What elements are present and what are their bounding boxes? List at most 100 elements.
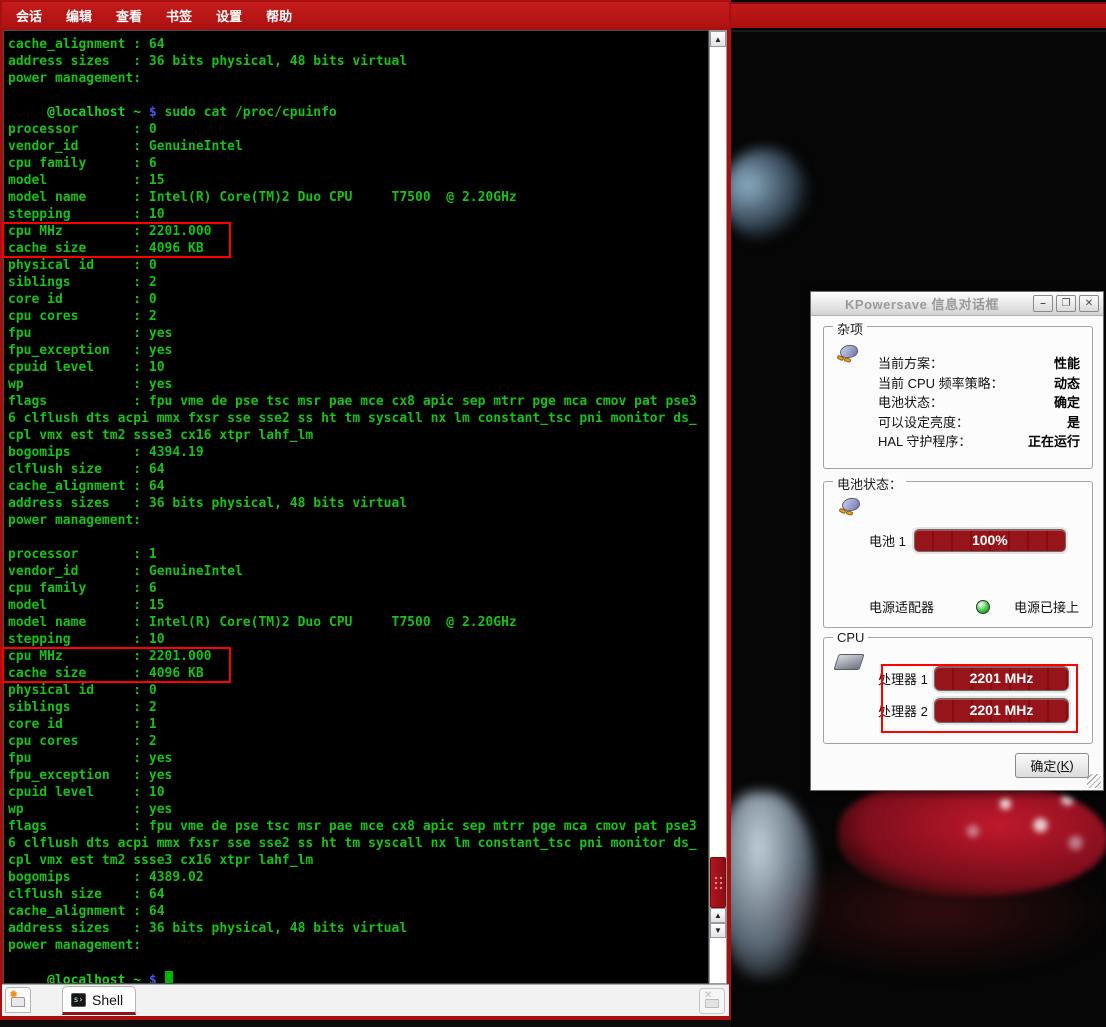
scrollbar-up2-icon[interactable]: ▲ <box>710 908 726 923</box>
close-session-x-icon: ✕ <box>704 991 712 1001</box>
terminal-line: 6 clflush dts acpi mmx fxsr sse sse2 ss … <box>8 835 697 852</box>
close-button[interactable]: ✕ <box>1079 295 1099 312</box>
terminal-line <box>8 529 697 546</box>
misc-row-label: 当前 CPU 频率策略： <box>878 373 1004 392</box>
terminal-line: model name : Intel(R) Core(TM)2 Duo CPU … <box>8 614 697 631</box>
terminal-line: stepping : 10 <box>8 206 697 223</box>
terminal-line: bogomips : 4394.19 <box>8 444 697 461</box>
terminal-line: 6 clflush dts acpi mmx fxsr sse sse2 ss … <box>8 410 697 427</box>
prompt-symbol: $ <box>149 973 165 984</box>
terminal-line: model : 15 <box>8 597 697 614</box>
terminal-line: wp : yes <box>8 376 697 393</box>
misc-row: 当前方案： 性能 <box>878 353 1080 373</box>
desktop: 会话 编辑 查看 书签 设置 帮助 cache_alignment : 64 address… <box>0 0 1106 1027</box>
terminal-line <box>8 87 697 104</box>
terminal-line: cpu cores : 2 <box>8 733 697 750</box>
terminal-line: clflush size : 64 <box>8 886 697 903</box>
new-session-star-icon: ✹ <box>9 990 18 1001</box>
resize-grip[interactable] <box>1087 774 1101 788</box>
redacted-username <box>8 104 47 121</box>
terminal-line: physical id : 0 <box>8 682 697 699</box>
terminal-line: cache size : 4096 KB <box>8 240 697 257</box>
terminal-line: processor : 0 <box>8 121 697 138</box>
misc-row: 当前 CPU 频率策略： 动态 <box>878 373 1080 393</box>
battery-row: 电池 1 100% <box>869 529 1066 552</box>
konsole-tabbar: ✹ s› Shell ✕ <box>2 984 729 1016</box>
terminal-line: cpu MHz : 2201.000 <box>8 648 697 665</box>
new-session-button[interactable]: ✹ <box>5 987 31 1013</box>
terminal-line: cpu cores : 2 <box>8 308 697 325</box>
terminal-line: fpu : yes <box>8 750 697 767</box>
prompt-host: @localhost ~ <box>47 973 149 984</box>
konsole-menubar: 会话 编辑 查看 书签 设置 帮助 <box>2 2 729 28</box>
dialog-titlebar[interactable]: KPowersave 信息对话框 – ❐ ✕ <box>811 292 1103 316</box>
battery-label: 电池 1 <box>869 531 906 550</box>
adapter-label: 电源适配器 <box>869 597 934 616</box>
misc-row-label: 当前方案： <box>878 353 943 372</box>
terminal-line: siblings : 2 <box>8 274 697 291</box>
terminal-line: model name : Intel(R) Core(TM)2 Duo CPU … <box>8 189 697 206</box>
terminal-line: vendor_id : GenuineIntel <box>8 563 697 580</box>
menu-item[interactable]: 编辑 <box>66 6 92 25</box>
misc-row-value: 是 <box>1067 412 1080 431</box>
terminal-line: siblings : 2 <box>8 699 697 716</box>
terminal-line: power management: <box>8 70 697 87</box>
misc-row-value: 动态 <box>1054 373 1080 392</box>
ok-button[interactable]: 确定(K) <box>1015 753 1089 778</box>
ok-button-text-suffix: ) <box>1069 758 1073 773</box>
processor-label: 处理器 2 <box>878 701 934 720</box>
dialog-window-buttons: – ❐ ✕ <box>1033 295 1099 312</box>
processor-row: 处理器 22201 MHz <box>878 698 1069 723</box>
menu-item[interactable]: 会话 <box>16 6 42 25</box>
adapter-led-icon <box>976 600 990 614</box>
scrollbar-up-icon[interactable]: ▲ <box>710 31 726 47</box>
misc-row-value: 正在运行 <box>1028 431 1080 450</box>
terminal-viewport[interactable]: cache_alignment : 64 address sizes : 36 b… <box>3 30 709 984</box>
close-session-button[interactable]: ✕ <box>699 988 725 1014</box>
power-plug-icon <box>836 343 860 363</box>
terminal-line: address sizes : 36 bits physical, 48 bit… <box>8 495 697 512</box>
cpu-group-title: CPU <box>833 630 868 645</box>
terminal-line: physical id : 0 <box>8 257 697 274</box>
tab-shell[interactable]: s› Shell <box>62 986 136 1015</box>
movie-dark-area <box>766 855 1106 970</box>
scrollbar-grip <box>714 876 724 890</box>
terminal-line: cpl vmx est tm2 ssse3 cx16 xtpr lahf_lm <box>8 852 697 869</box>
ok-button-accesskey: K <box>1061 758 1070 773</box>
minimize-button[interactable]: – <box>1033 295 1053 312</box>
terminal-line: cpu family : 6 <box>8 580 697 597</box>
terminal-line: flags : fpu vme de pse tsc msr pae mce c… <box>8 818 697 835</box>
terminal-line: cache_alignment : 64 <box>8 903 697 920</box>
terminal-scrollbar[interactable]: ▲ ▲ ▼ <box>709 30 727 984</box>
cpu-chip-icon <box>833 654 864 670</box>
prompt-command: sudo cat /proc/cpuinfo <box>165 105 337 120</box>
processor-label: 处理器 1 <box>878 669 934 688</box>
menu-item[interactable]: 帮助 <box>266 6 292 25</box>
scrollbar-thumb[interactable] <box>710 857 726 908</box>
terminal-line: bogomips : 4389.02 <box>8 869 697 886</box>
misc-row-value: 性能 <box>1054 353 1080 372</box>
processor-frequency-bar: 2201 MHz <box>934 698 1069 723</box>
misc-row-label: 电池状态： <box>878 392 943 411</box>
battery-progress-bar: 100% <box>914 529 1066 552</box>
adapter-row: 电源适配器 电源已接上 <box>869 597 1079 616</box>
prompt-symbol: $ <box>149 105 165 120</box>
terminal-line: cpu family : 6 <box>8 155 697 172</box>
dialog-title: KPowersave 信息对话框 <box>811 294 1033 313</box>
terminal-line: cpl vmx est tm2 ssse3 cx16 xtpr lahf_lm <box>8 427 697 444</box>
terminal-line: @localhost ~ $ <box>8 971 697 984</box>
misc-row-label: HAL 守护程序： <box>878 431 971 450</box>
menu-item[interactable]: 书签 <box>166 6 192 25</box>
menu-item[interactable]: 查看 <box>116 6 142 25</box>
terminal-line: fpu_exception : yes <box>8 342 697 359</box>
misc-row-value: 确定 <box>1054 392 1080 411</box>
terminal-line <box>8 954 697 971</box>
menu-item[interactable]: 设置 <box>216 6 242 25</box>
misc-rows: 当前方案：性能当前 CPU 频率策略：动态电池状态：确定可以设定亮度：是HAL … <box>878 353 1080 451</box>
scrollbar-down-icon[interactable]: ▼ <box>710 923 726 938</box>
maximize-button[interactable]: ❐ <box>1056 295 1076 312</box>
battery-group-title: 电池状态： <box>833 474 906 493</box>
shell-terminal-icon: s› <box>71 993 86 1007</box>
terminal-line: cpu MHz : 2201.000 <box>8 223 697 240</box>
ok-button-text: 确定( <box>1030 756 1060 775</box>
